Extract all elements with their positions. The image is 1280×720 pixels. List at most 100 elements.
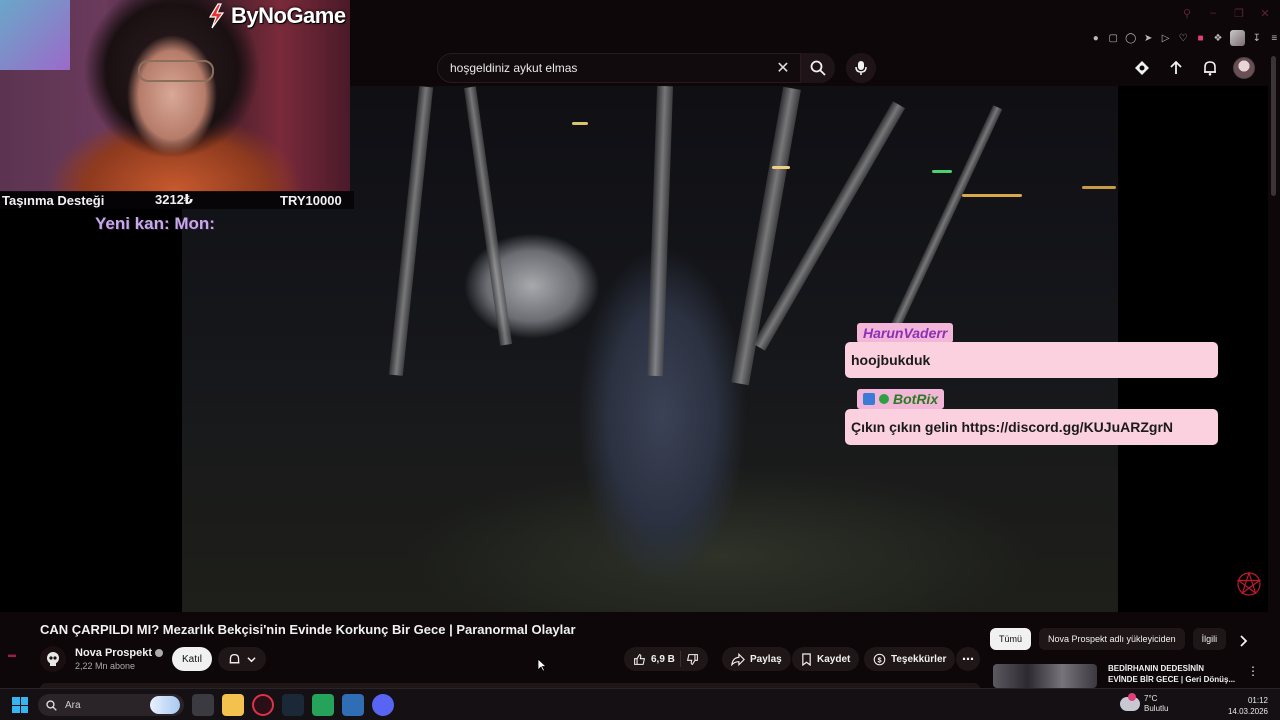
puzzle-icon[interactable]: ❖ [1212, 32, 1223, 44]
clock-date: 14.03.2026 [1227, 707, 1268, 716]
join-button[interactable]: Katıl [172, 647, 212, 671]
channel-name[interactable]: Nova Prospekt [75, 647, 164, 659]
donation-ticker: Taşınma Desteği 3212₺ TRY10000 [0, 191, 354, 209]
recommended-thumbnail[interactable] [993, 664, 1097, 688]
pin-icon[interactable]: ● [1090, 32, 1101, 44]
chip-related[interactable]: İlgili [1192, 628, 1227, 650]
save-button[interactable]: Kaydet [792, 647, 860, 671]
system-clock[interactable]: 01:12 14.03.2026 [1228, 695, 1268, 717]
subscriber-count: 2,22 Mn abone [75, 661, 136, 671]
blue-app-icon[interactable] [342, 694, 364, 716]
download-icon[interactable]: ↧ [1251, 32, 1262, 44]
tab-icon[interactable]: ▢ [1107, 32, 1118, 44]
video-tree [891, 105, 1003, 327]
ticker-label: Taşınma Desteği [2, 192, 105, 208]
play-icon[interactable]: ▷ [1160, 32, 1171, 44]
mouse-cursor-icon [537, 658, 547, 672]
discord-icon[interactable] [372, 694, 394, 716]
file-explorer-icon[interactable] [222, 694, 244, 716]
channel-name-text: Nova Prospekt [75, 647, 153, 659]
chevron-right-icon [1240, 635, 1248, 647]
webcam-poster [0, 0, 70, 70]
shield-icon[interactable]: ◯ [1125, 32, 1136, 44]
opera-gx-icon[interactable] [252, 694, 274, 716]
chip-all[interactable]: Tümü [990, 628, 1032, 650]
chat-message: hoojbukduk [845, 342, 1218, 378]
masthead-actions [1130, 56, 1256, 80]
search-button[interactable] [801, 53, 835, 83]
chat-username: BotRix [857, 389, 945, 409]
thanks-icon: $ [873, 653, 886, 665]
like-icon[interactable] [633, 653, 646, 666]
profile-avatar[interactable] [1229, 30, 1246, 46]
bynogame-logo-text: ByNoGame [231, 3, 346, 28]
video-tree [646, 86, 674, 377]
weather-desc: Bulutlu [1144, 704, 1169, 713]
green-app-icon[interactable] [312, 694, 334, 716]
subscribe-bell-button[interactable] [218, 647, 266, 671]
more-actions-button[interactable]: ⋯ [956, 647, 980, 671]
extension-icon[interactable]: ■ [1195, 32, 1206, 44]
overlay-badge-icon: ▬ [8, 650, 16, 659]
search-query: hoşgeldiniz aykut elmas [450, 61, 578, 75]
dislike-icon[interactable] [686, 653, 699, 666]
send-icon[interactable]: ➤ [1142, 32, 1153, 44]
window-search-icon[interactable]: ⚲ [1180, 6, 1194, 20]
search-input[interactable]: hoşgeldiniz aykut elmas ✕ [437, 53, 801, 83]
video-light [1082, 186, 1116, 189]
like-dislike-group: 6,9 B [624, 647, 708, 671]
weather-temp: 7°C [1144, 694, 1158, 703]
save-label: Kaydet [817, 653, 851, 665]
video-title: CAN ÇARPILDI MI? Mezarlık Bekçisi'nin Ev… [40, 622, 576, 637]
voice-search-button[interactable] [846, 53, 876, 83]
taskbar-search-placeholder: Ara [65, 699, 81, 711]
search-icon [46, 699, 57, 711]
create-button[interactable] [1130, 56, 1154, 80]
task-view-icon[interactable] [192, 694, 214, 716]
account-button[interactable] [1232, 56, 1256, 80]
page-scrollbar[interactable] [1271, 56, 1276, 196]
chat-message: Çıkın çıkın gelin https://discord.gg/KUJ… [845, 409, 1218, 445]
bell-icon [229, 653, 240, 663]
clock-time: 01:12 [1247, 696, 1268, 705]
like-count[interactable]: 6,9 B [651, 654, 675, 665]
taskbar: Ara 7°C Bulutlu 01:12 14.03.2026 [0, 688, 1280, 720]
chips-next-button[interactable] [1234, 632, 1252, 650]
video-tree [463, 86, 513, 346]
thanks-button[interactable]: $ Teşekkürler [864, 647, 956, 671]
menu-icon[interactable]: ≡ [1269, 32, 1280, 44]
upload-icon [1170, 60, 1182, 74]
ticker-current: 3212₺ [155, 192, 193, 207]
pentagram-icon [1236, 571, 1262, 596]
steam-icon[interactable] [282, 694, 304, 716]
close-window-icon[interactable]: ✕ [1258, 6, 1272, 20]
bookmark-icon [802, 652, 811, 666]
chip-uploader[interactable]: Nova Prospekt adlı yükleyiciden [1039, 628, 1185, 650]
ticker-goal: TRY10000 [280, 192, 342, 208]
divider [679, 651, 681, 667]
weather-widget[interactable]: 7°C Bulutlu [1120, 693, 1169, 714]
restore-icon[interactable]: ❐ [1232, 6, 1246, 20]
related-filter-chips: Tümü Nova Prospekt adlı yükleyiciden İlg… [990, 628, 1227, 650]
thanks-label: Teşekkürler [891, 653, 947, 665]
create-icon [1135, 61, 1149, 75]
mic-icon [855, 61, 867, 75]
channel-avatar[interactable] [40, 646, 66, 672]
taskbar-apps [192, 694, 394, 716]
video-tree [388, 86, 434, 376]
upload-button[interactable] [1164, 56, 1188, 80]
minimize-icon[interactable]: – [1206, 6, 1220, 20]
notifications-button[interactable] [1198, 56, 1222, 80]
heart-icon[interactable]: ♡ [1177, 32, 1188, 44]
taskbar-search[interactable]: Ara [38, 694, 184, 716]
start-button[interactable] [12, 697, 28, 713]
skull-icon [47, 652, 59, 666]
clear-search-icon[interactable]: ✕ [774, 59, 792, 77]
recommended-title[interactable]: BEDİRHANIN DEDESİNİN EVİNDE BİR GECE | G… [1108, 663, 1244, 685]
share-label: Paylaş [750, 653, 782, 665]
video-light [932, 170, 952, 173]
verified-badge-icon [879, 394, 889, 404]
chat-username-text: BotRix [893, 391, 939, 407]
share-button[interactable]: Paylaş [722, 647, 791, 671]
recommended-menu-icon[interactable]: ⋮ [1247, 664, 1259, 678]
